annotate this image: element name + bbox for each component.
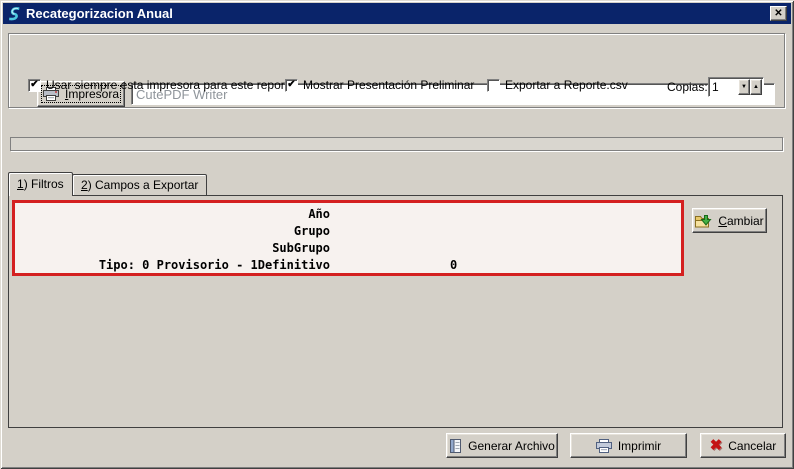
printer-groupbox: Impresora bbox=[8, 33, 785, 108]
checkbox-exportar-csv-label[interactable]: Exportar a Reporte.csv bbox=[505, 79, 628, 92]
tab-filtros-label: 1) Filtros bbox=[17, 177, 64, 191]
copias-spin-buttons: ▼ ▲ bbox=[738, 79, 762, 95]
filter-label: Grupo bbox=[15, 223, 330, 240]
generar-archivo-label: Generar Archivo bbox=[468, 439, 555, 453]
folder-down-arrow-icon bbox=[695, 214, 712, 228]
filter-value: 0 bbox=[450, 257, 457, 274]
check-icon: ✔ bbox=[30, 79, 38, 90]
filtros-tab-panel: Año Grupo SubGrupo Tipo: 0 Provisorio - … bbox=[8, 195, 783, 428]
printer-icon bbox=[596, 439, 612, 453]
tab-filtros[interactable]: 1) Filtros bbox=[8, 172, 73, 196]
copias-input[interactable] bbox=[711, 79, 739, 95]
progress-bar bbox=[10, 137, 783, 151]
cambiar-button-label: Cambiar bbox=[718, 214, 763, 228]
cancelar-label: Cancelar bbox=[728, 439, 776, 453]
imprimir-label: Imprimir bbox=[618, 439, 661, 453]
checkbox-mostrar-preliminar[interactable]: ✔ bbox=[285, 79, 298, 92]
tab-campos-a-exportar[interactable]: 2) Campos a Exportar bbox=[72, 174, 207, 196]
checkbox-exportar-csv[interactable] bbox=[487, 79, 500, 92]
cancel-x-icon: ✖ bbox=[710, 438, 723, 453]
filter-label: Tipo: 0 Provisorio - 1Definitivo bbox=[15, 257, 330, 274]
checkbox-usar-siempre[interactable]: ✔ bbox=[28, 79, 41, 92]
imprimir-button[interactable]: Imprimir bbox=[570, 433, 687, 458]
filter-label: Año bbox=[15, 206, 330, 223]
tab-campos-label: 2) Campos a Exportar bbox=[81, 178, 198, 192]
cancelar-button[interactable]: ✖ Cancelar bbox=[700, 433, 786, 458]
spin-up-icon: ▲ bbox=[753, 84, 759, 90]
window-title: Recategorizacion Anual bbox=[26, 6, 173, 21]
filter-label: SubGrupo bbox=[15, 240, 330, 257]
close-button[interactable]: ✕ bbox=[770, 6, 787, 21]
filter-line-subgrupo: SubGrupo bbox=[15, 240, 681, 257]
copias-label: Copias: bbox=[667, 80, 708, 94]
close-icon: ✕ bbox=[774, 8, 782, 19]
filter-line-tipo: Tipo: 0 Provisorio - 1Definitivo 0 bbox=[15, 257, 681, 274]
generar-archivo-button[interactable]: Generar Archivo bbox=[446, 433, 558, 458]
copias-spinner[interactable]: ▼ ▲ bbox=[708, 77, 764, 97]
file-icon bbox=[449, 439, 462, 453]
title-bar[interactable]: Recategorizacion Anual ✕ bbox=[3, 3, 791, 24]
filter-summary-box: Año Grupo SubGrupo Tipo: 0 Provisorio - … bbox=[12, 200, 684, 276]
dialog-recategorizacion-anual: Recategorizacion Anual ✕ Impresora ✔ Usa… bbox=[0, 0, 794, 469]
spin-down-button[interactable]: ▼ bbox=[738, 79, 750, 95]
checkbox-usar-siempre-label[interactable]: Usar siempre esta impresora para este re… bbox=[46, 79, 295, 92]
check-icon: ✔ bbox=[287, 79, 295, 90]
filter-line-grupo: Grupo bbox=[15, 223, 681, 240]
filter-line-ano: Año bbox=[15, 206, 681, 223]
checkbox-mostrar-preliminar-label[interactable]: Mostrar Presentación Preliminar bbox=[303, 79, 474, 92]
app-logo-icon bbox=[6, 6, 22, 22]
spin-up-button[interactable]: ▲ bbox=[750, 79, 762, 95]
spin-down-icon: ▼ bbox=[741, 84, 747, 90]
cambiar-button[interactable]: Cambiar bbox=[692, 208, 767, 233]
